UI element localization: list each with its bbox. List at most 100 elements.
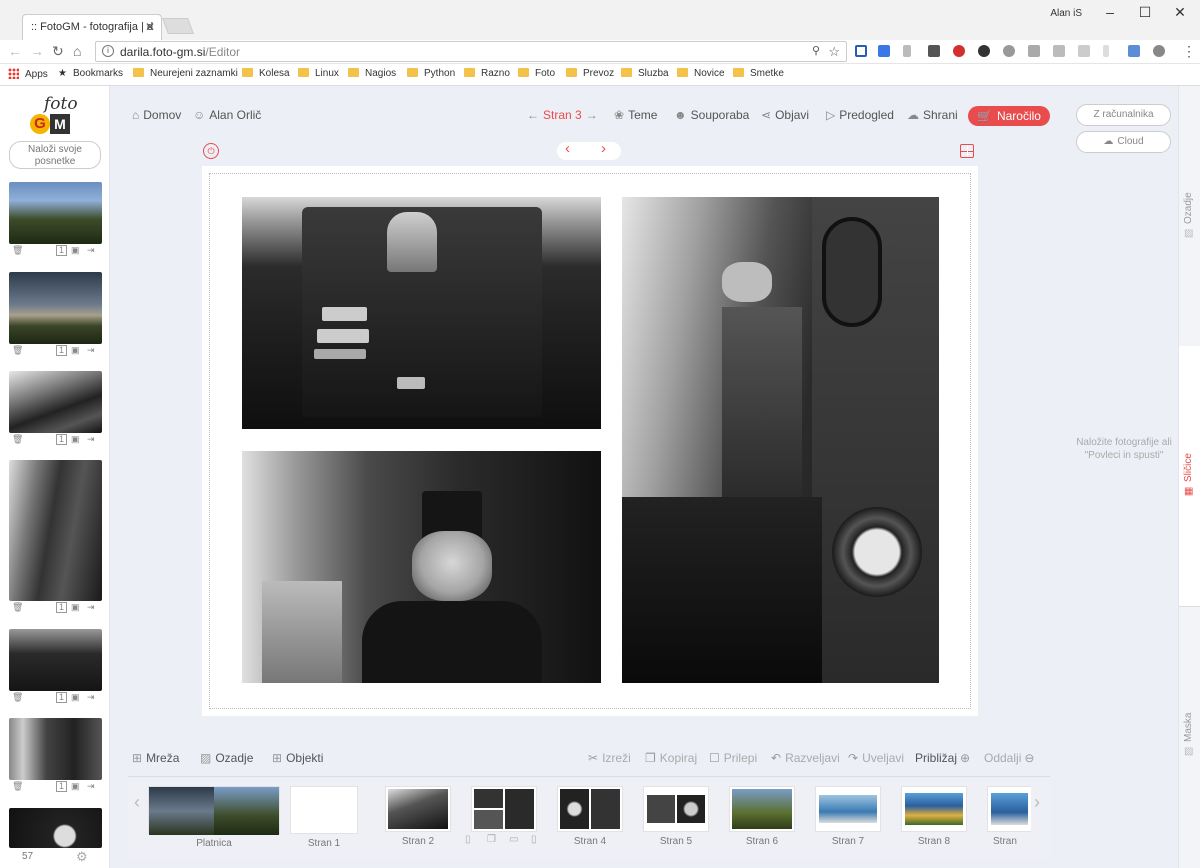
photo-image[interactable] (9, 718, 102, 780)
page-thumb[interactable]: Stran 8 (901, 786, 967, 847)
photo-slot-conductor-portrait[interactable] (242, 451, 601, 683)
maximize-icon[interactable]: ☐ (1130, 4, 1160, 21)
key-icon[interactable]: ⚲ (812, 44, 820, 57)
layout-grid-icon[interactable] (960, 144, 974, 158)
photo-thumbnail[interactable]: 🗑 1 ▣ ⇥ (9, 460, 102, 615)
photo-image[interactable] (9, 629, 102, 691)
power-icon[interactable]: ⏻ (203, 143, 219, 159)
add-to-page-icon[interactable]: ⇥ (87, 245, 95, 256)
bookmark-folder[interactable]: Neurejeni zaznamki (133, 68, 238, 79)
image-icon[interactable]: ▣ (71, 781, 80, 792)
photo-slot-locomotive-driver[interactable] (242, 197, 601, 429)
extension-icon[interactable] (1003, 45, 1015, 57)
backgrounds-button[interactable]: ▨ Ozadje (200, 751, 253, 765)
copy-button[interactable]: ❐ Kopiraj (645, 751, 697, 765)
order-button[interactable]: 🛒 Naročilo (968, 106, 1050, 126)
publish-button[interactable]: ⋖ Objavi (761, 108, 809, 122)
close-window-icon[interactable]: ✕ (1165, 4, 1195, 21)
translate-icon[interactable] (878, 45, 890, 57)
photo-image[interactable] (9, 808, 102, 848)
extension-icon[interactable] (1128, 45, 1140, 57)
tab-backgrounds[interactable]: Ozadje ▨ (1179, 166, 1200, 356)
page-thumb[interactable]: Stran (987, 786, 1031, 847)
paste-button[interactable]: ☐ Prilepi (709, 751, 757, 765)
image-icon[interactable]: ▣ (71, 434, 80, 445)
extension-icon[interactable] (903, 45, 911, 57)
close-tab-icon[interactable]: ✕ (145, 20, 155, 34)
arrow-right-icon[interactable]: → (586, 108, 598, 122)
pocket-icon[interactable] (928, 45, 940, 57)
page-image-icon[interactable]: ▯ (465, 834, 471, 845)
fotogm-logo[interactable]: foto GM (30, 94, 78, 134)
home-icon[interactable]: ⌂ (73, 43, 81, 59)
trash-icon[interactable]: 🗑 (12, 602, 23, 613)
next-page-icon[interactable]: › (601, 140, 606, 157)
upload-from-computer-button[interactable]: Z računalnika (1076, 104, 1171, 126)
tab-masks[interactable]: Maska ▨ (1179, 606, 1200, 806)
add-to-page-icon[interactable]: ⇥ (87, 692, 95, 703)
undo-button[interactable]: ↶ Razveljavi (771, 751, 840, 765)
page-thumb[interactable]: Stran 7 (815, 786, 881, 847)
redo-button[interactable]: ↷ Uveljavi (848, 751, 904, 765)
trash-icon[interactable]: 🗑 (12, 781, 23, 792)
minimize-icon[interactable]: – (1095, 4, 1125, 20)
photo-image[interactable] (9, 460, 102, 601)
duplicate-page-icon[interactable]: ❐ (487, 834, 496, 845)
new-tab-button[interactable] (162, 18, 194, 34)
image-icon[interactable]: ▣ (71, 602, 80, 613)
bookmark-bookmarks[interactable]: ★ Bookmarks (58, 68, 123, 79)
bookmark-folder[interactable]: Prevoz (566, 68, 614, 79)
photo-thumbnail[interactable]: 🗑 1 ▣ ⇥ (9, 371, 102, 447)
cloud-button[interactable]: ☁ Cloud (1076, 131, 1171, 153)
photo-image[interactable] (9, 371, 102, 433)
arrow-left-icon[interactable]: ← (527, 108, 539, 122)
page-file-icon[interactable]: ▯ (531, 834, 537, 845)
bookmark-folder[interactable]: Linux (298, 68, 339, 79)
reload-icon[interactable]: ↻ (52, 43, 64, 60)
image-icon[interactable]: ▣ (71, 692, 80, 703)
bookmark-folder[interactable]: Sluzba (621, 68, 669, 79)
page-thumb[interactable]: Stran 4 (557, 786, 623, 847)
extension-icon[interactable] (1153, 45, 1165, 57)
page-thumb[interactable]: Stran 5 (643, 786, 709, 847)
trash-icon[interactable]: 🗑 (12, 345, 23, 356)
strip-scroll-right-icon[interactable]: › (1034, 792, 1040, 813)
grid-button[interactable]: ⊞ Mreža (132, 751, 179, 765)
bookmark-folder[interactable]: Kolesa (242, 68, 290, 79)
themes-button[interactable]: ❀ Teme (614, 108, 657, 122)
add-to-page-icon[interactable]: ⇥ (87, 434, 95, 445)
tab-thumbnails[interactable]: Sličice ▦ (1179, 346, 1200, 606)
page-thumb[interactable]: Stran 1 (290, 786, 358, 849)
photo-thumbnail[interactable]: 🗑 1 ▣ ⇥ (9, 718, 102, 794)
back-icon[interactable]: ← (8, 43, 22, 59)
photo-thumbnail[interactable]: 🗑 1 ▣ ⇥ (9, 182, 102, 258)
forward-icon[interactable]: → (30, 43, 44, 59)
extension-icon[interactable] (1103, 45, 1109, 57)
page-switcher[interactable]: ← Stran 3 → (527, 108, 598, 122)
image-icon[interactable]: ▣ (71, 245, 80, 256)
photo-thumbnail[interactable]: 🗑 1 ▣ ⇥ (9, 272, 102, 358)
adblock-icon[interactable] (953, 45, 965, 57)
trash-icon[interactable]: 🗑 (12, 434, 23, 445)
extension-icon[interactable] (855, 45, 867, 57)
home-link[interactable]: ⌂ Domov (132, 108, 181, 122)
objects-button[interactable]: ⊞ Objekti (272, 751, 323, 765)
menu-icon[interactable]: ⋮ (1182, 43, 1196, 60)
preview-button[interactable]: ▷ Predogled (826, 108, 894, 122)
browser-user[interactable]: Alan iS (1050, 8, 1082, 19)
bookmark-star-icon[interactable]: ☆ (828, 44, 840, 60)
page-thumb-current[interactable]: ▯ ❐ ▭ ▯ (465, 786, 537, 846)
trash-icon[interactable]: 🗑 (12, 245, 23, 256)
browser-tab[interactable]: :: FotoGM - fotografija | d ✕ (22, 14, 162, 40)
strip-scroll-left-icon[interactable]: ‹ (134, 792, 140, 813)
bookmark-folder[interactable]: Python (407, 68, 455, 79)
collaboration-button[interactable]: ☻ Souporaba (674, 108, 749, 122)
add-to-page-icon[interactable]: ⇥ (87, 602, 95, 613)
page-thumb[interactable]: Stran 2 (385, 786, 451, 847)
folder-icon[interactable]: ▭ (509, 834, 518, 845)
image-icon[interactable]: ▣ (71, 345, 80, 356)
bookmark-folder[interactable]: Nagios (348, 68, 396, 79)
bookmark-folder[interactable]: Novice (677, 68, 725, 79)
upload-photos-button[interactable]: Naloži svoje posnetke (9, 141, 101, 169)
extension-icon[interactable] (1078, 45, 1090, 57)
